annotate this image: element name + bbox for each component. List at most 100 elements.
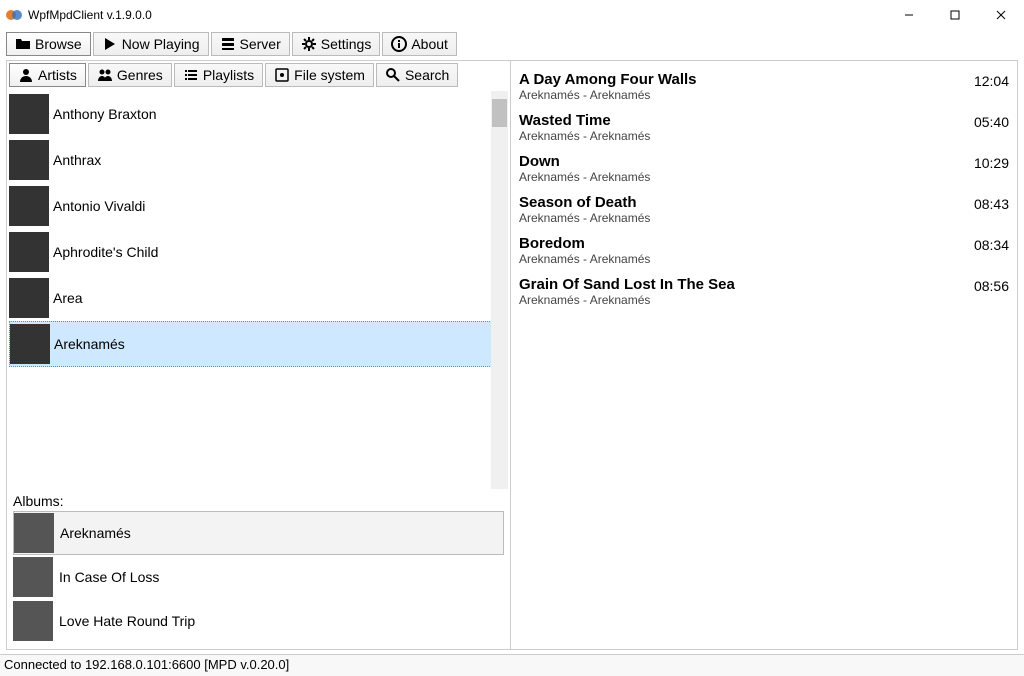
track-title: Grain Of Sand Lost In The Sea — [519, 276, 735, 293]
maximize-button[interactable] — [932, 0, 978, 30]
artist-scrollbar[interactable] — [491, 91, 508, 489]
track-title: Season of Death — [519, 194, 650, 211]
artist-thumbnail — [9, 278, 49, 318]
server-tab-label: Server — [240, 36, 281, 52]
file-system-tab[interactable]: File system — [265, 63, 374, 87]
album-row[interactable]: In Case Of Loss — [13, 555, 504, 599]
artist-row[interactable]: Aphrodite's Child — [9, 229, 492, 275]
search-tab[interactable]: Search — [376, 63, 458, 87]
folder-open-icon — [15, 36, 31, 52]
status-text: Connected to 192.168.0.101:6600 [MPD v.0… — [4, 657, 289, 672]
track-title: A Day Among Four Walls — [519, 71, 697, 88]
server-tab[interactable]: Server — [211, 32, 290, 56]
album-list: Areknamés In Case Of Loss Love Hate Round … — [7, 511, 510, 649]
artist-list: Anthony Braxton Anthrax Antonio Vivaldi Aph… — [9, 91, 508, 489]
main-area: Artists Genres Playlists File system Sea… — [6, 60, 1018, 650]
search-tab-label: Search — [405, 67, 449, 83]
track-row[interactable]: A Day Among Four WallsAreknamés - Arekna… — [519, 69, 1009, 110]
album-thumbnail — [13, 601, 53, 641]
artist-row[interactable]: Anthrax — [9, 137, 492, 183]
minimize-button[interactable] — [886, 0, 932, 30]
user-icon — [18, 67, 34, 83]
users-icon — [97, 67, 113, 83]
track-row[interactable]: Grain Of Sand Lost In The SeaAreknamés -… — [519, 274, 1009, 315]
artist-row[interactable]: Areknamés — [9, 321, 492, 367]
artist-scrollbar-thumb[interactable] — [492, 99, 507, 127]
playlists-tab-label: Playlists — [203, 67, 254, 83]
info-icon — [391, 36, 407, 52]
artists-tab-label: Artists — [38, 67, 77, 83]
album-name: Love Hate Round Trip — [59, 613, 195, 629]
album-row[interactable]: Areknamés — [13, 511, 504, 555]
play-icon — [102, 36, 118, 52]
album-name: In Case Of Loss — [59, 569, 159, 585]
track-row[interactable]: DownAreknamés - Areknamés 10:29 — [519, 151, 1009, 192]
artist-name: Area — [53, 290, 83, 306]
artist-thumbnail — [9, 140, 49, 180]
albums-label: Albums: — [7, 489, 510, 511]
left-pane: Artists Genres Playlists File system Sea… — [7, 61, 511, 649]
settings-tab[interactable]: Settings — [292, 32, 381, 56]
track-artist: Areknamés - Areknamés — [519, 170, 650, 184]
album-thumbnail — [14, 513, 54, 553]
genres-tab-label: Genres — [117, 67, 163, 83]
playlists-tab[interactable]: Playlists — [174, 63, 263, 87]
server-icon — [220, 36, 236, 52]
artist-row[interactable]: Anthony Braxton — [9, 91, 492, 137]
track-duration: 08:56 — [974, 276, 1009, 307]
file-system-tab-label: File system — [294, 67, 365, 83]
window-title: WpfMpdClient v.1.9.0.0 — [28, 8, 152, 22]
titlebar: WpfMpdClient v.1.9.0.0 — [0, 0, 1024, 30]
track-artist: Areknamés - Areknamés — [519, 211, 650, 225]
gear-icon — [301, 36, 317, 52]
track-artist: Areknamés - Areknamés — [519, 88, 697, 102]
browse-tab[interactable]: Browse — [6, 32, 91, 56]
track-row[interactable]: BoredomAreknamés - Areknamés 08:34 — [519, 233, 1009, 274]
track-artist: Areknamés - Areknamés — [519, 252, 650, 266]
album-thumbnail — [13, 557, 53, 597]
track-duration: 05:40 — [974, 112, 1009, 143]
about-tab[interactable]: About — [382, 32, 457, 56]
artist-name: Anthony Braxton — [53, 106, 157, 122]
search-icon — [385, 67, 401, 83]
artist-row[interactable]: Antonio Vivaldi — [9, 183, 492, 229]
track-title: Down — [519, 153, 650, 170]
artist-thumbnail — [9, 232, 49, 272]
track-duration: 10:29 — [974, 153, 1009, 184]
list-icon — [183, 67, 199, 83]
album-name: Areknamés — [60, 525, 131, 541]
app-icon — [6, 7, 22, 23]
artist-name: Anthrax — [53, 152, 101, 168]
artist-thumbnail — [10, 324, 50, 364]
artist-name: Areknamés — [54, 336, 125, 352]
now-playing-tab[interactable]: Now Playing — [93, 32, 209, 56]
track-list: A Day Among Four WallsAreknamés - Arekna… — [511, 61, 1017, 649]
artist-thumbnail — [9, 186, 49, 226]
disk-icon — [274, 67, 290, 83]
track-duration: 08:34 — [974, 235, 1009, 266]
track-title: Boredom — [519, 235, 650, 252]
settings-tab-label: Settings — [321, 36, 372, 52]
track-duration: 12:04 — [974, 71, 1009, 102]
track-row[interactable]: Season of DeathAreknamés - Areknamés 08:4… — [519, 192, 1009, 233]
track-duration: 08:43 — [974, 194, 1009, 225]
genres-tab[interactable]: Genres — [88, 63, 172, 87]
artists-tab[interactable]: Artists — [9, 63, 86, 87]
browse-sub-toolbar: Artists Genres Playlists File system Sea… — [7, 61, 510, 87]
window-controls — [886, 0, 1024, 30]
status-bar: Connected to 192.168.0.101:6600 [MPD v.0… — [0, 654, 1024, 676]
about-tab-label: About — [411, 36, 448, 52]
artist-name: Aphrodite's Child — [53, 244, 158, 260]
album-row[interactable]: Love Hate Round Trip — [13, 599, 504, 643]
artist-thumbnail — [9, 94, 49, 134]
main-toolbar: Browse Now Playing Server Settings About — [0, 30, 1024, 56]
close-button[interactable] — [978, 0, 1024, 30]
track-artist: Areknamés - Areknamés — [519, 293, 735, 307]
track-title: Wasted Time — [519, 112, 650, 129]
now-playing-tab-label: Now Playing — [122, 36, 200, 52]
browse-tab-label: Browse — [35, 36, 82, 52]
artist-name: Antonio Vivaldi — [53, 198, 145, 214]
track-artist: Areknamés - Areknamés — [519, 129, 650, 143]
artist-row[interactable]: Area — [9, 275, 492, 321]
track-row[interactable]: Wasted TimeAreknamés - Areknamés 05:40 — [519, 110, 1009, 151]
